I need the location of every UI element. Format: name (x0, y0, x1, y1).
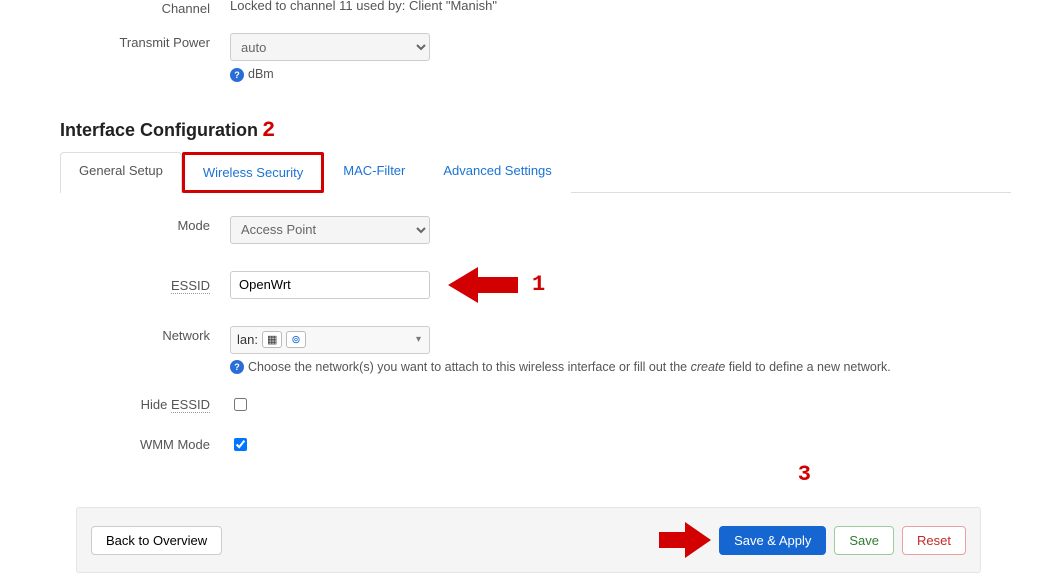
network-select[interactable]: lan: ▦ ⊚ ▾ (230, 326, 430, 354)
tx-power-select[interactable]: auto (230, 33, 430, 61)
network-hint: Choose the network(s) you want to attach… (248, 360, 891, 374)
essid-input[interactable] (230, 271, 430, 299)
channel-label: Channel (30, 0, 230, 16)
tx-power-unit: dBm (248, 67, 274, 81)
wmm-label: WMM Mode (30, 432, 230, 452)
wlan-icon: ⊚ (286, 331, 305, 348)
info-icon: ? (230, 68, 244, 82)
footer-bar: Back to Overview Save & Apply Save Reset (76, 507, 981, 573)
tab-general-setup[interactable]: General Setup (60, 152, 182, 193)
arrow-left-icon (448, 265, 518, 305)
info-icon: ? (230, 360, 244, 374)
annotation-1: 1 (532, 272, 545, 297)
wmm-checkbox[interactable] (234, 438, 247, 451)
eth-icon: ▦ (262, 331, 282, 348)
save-apply-button[interactable]: Save & Apply (719, 526, 826, 555)
hide-essid-checkbox[interactable] (234, 398, 247, 411)
mode-label: Mode (30, 213, 230, 233)
reset-button[interactable]: Reset (902, 526, 966, 555)
tx-power-label: Transmit Power (30, 30, 230, 50)
tab-mac-filter[interactable]: MAC-Filter (324, 152, 424, 193)
network-label: Network (30, 323, 230, 343)
tab-advanced-settings[interactable]: Advanced Settings (424, 152, 570, 193)
annotation-3: 3 (798, 462, 811, 487)
mode-select[interactable]: Access Point (230, 216, 430, 244)
channel-value: Locked to channel 11 used by: Client "Ma… (230, 0, 1011, 13)
arrow-right-icon (659, 520, 711, 560)
hide-essid-label: Hide ESSID (30, 392, 230, 412)
back-button[interactable]: Back to Overview (91, 526, 222, 555)
save-button[interactable]: Save (834, 526, 894, 555)
section-title: Interface Configuration (60, 120, 258, 141)
annotation-2: 2 (262, 118, 275, 143)
tabs: General Setup Wireless Security MAC-Filt… (60, 151, 1011, 193)
tab-wireless-security[interactable]: Wireless Security (182, 152, 324, 193)
chevron-down-icon: ▾ (416, 334, 421, 345)
essid-label: ESSID (30, 273, 230, 293)
